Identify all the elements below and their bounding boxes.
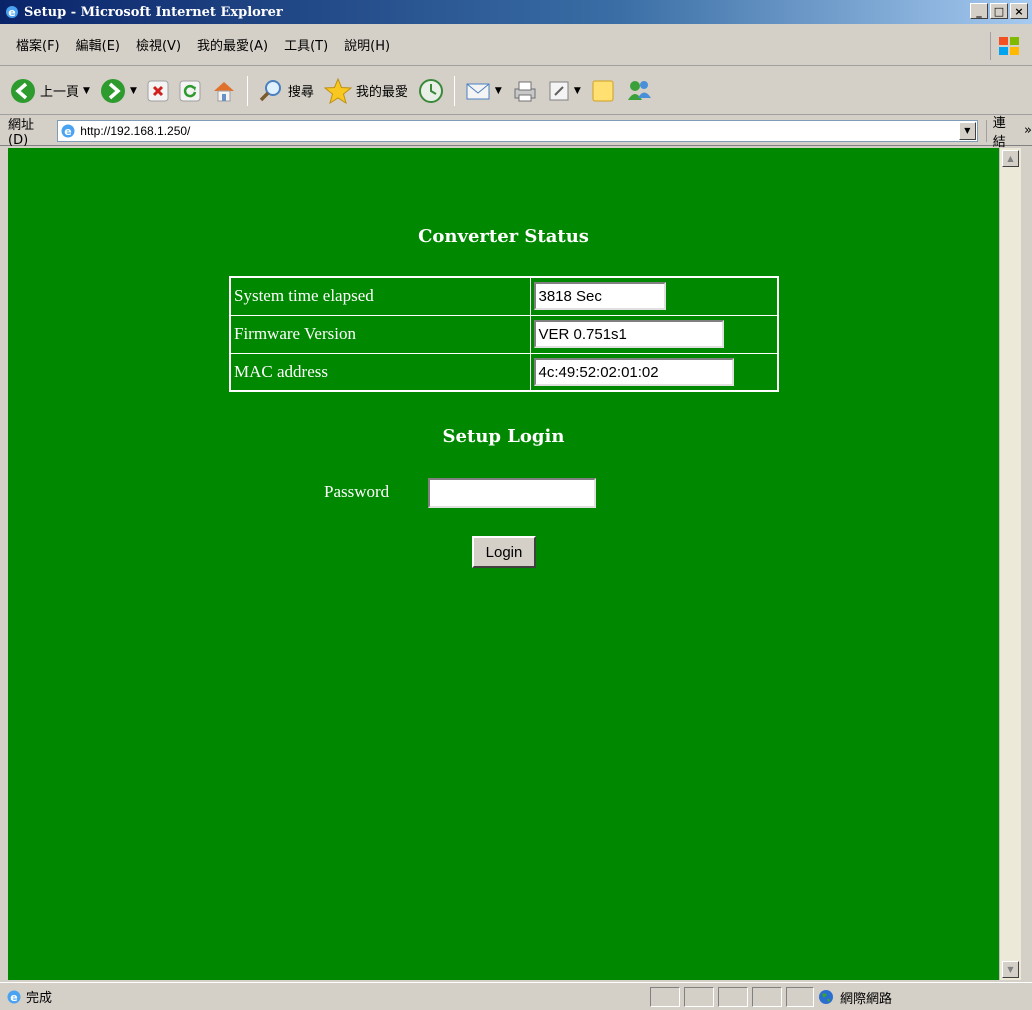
edit-dropdown-icon[interactable]: ▼ bbox=[574, 86, 581, 96]
menu-edit[interactable]: 編輯(E) bbox=[68, 35, 128, 54]
ie-icon: e bbox=[6, 6, 18, 19]
close-button[interactable]: × bbox=[1010, 3, 1028, 19]
status-bar: e 完成 網際網路 bbox=[0, 982, 1032, 1010]
menu-help[interactable]: 說明(H) bbox=[336, 35, 398, 54]
menu-bar: 檔案(F) 編輯(E) 檢視(V) 我的最愛(A) 工具(T) 說明(H) bbox=[0, 24, 1032, 66]
links-toolbar[interactable]: 連結 » bbox=[985, 116, 1032, 150]
back-arrow-icon bbox=[11, 78, 35, 103]
page-icon: e bbox=[61, 124, 75, 138]
address-url: http://192.168.1.250/ bbox=[80, 123, 191, 138]
address-label: 網址(D) bbox=[8, 117, 35, 148]
refresh-button[interactable] bbox=[177, 75, 203, 107]
row-label: System time elapsed bbox=[229, 276, 531, 316]
history-button[interactable] bbox=[416, 75, 446, 107]
login-button[interactable]: Login bbox=[472, 536, 536, 568]
edit-button[interactable]: ▼ bbox=[546, 75, 583, 107]
password-input[interactable] bbox=[428, 478, 596, 508]
window-title-bar[interactable]: e Setup - Microsoft Internet Explorer _ … bbox=[0, 0, 1032, 24]
discuss-button[interactable] bbox=[589, 75, 617, 107]
status-table: System time elapsed 3818 Sec Firmware Ve… bbox=[229, 276, 779, 392]
favorites-button[interactable]: 我的最愛 bbox=[322, 75, 410, 107]
scroll-down-icon[interactable]: ▼ bbox=[1002, 961, 1019, 978]
security-zone: 網際網路 bbox=[818, 987, 892, 1007]
links-label: 連結 bbox=[992, 115, 1006, 150]
toolbar-separator bbox=[246, 75, 248, 106]
status-text: 完成 bbox=[26, 991, 53, 1006]
address-bar: 網址(D) e http://192.168.1.250/ ▼ 連結 » bbox=[0, 116, 1032, 150]
favorites-label: 我的最愛 bbox=[355, 85, 408, 100]
page-content: Converter Status System time elapsed 381… bbox=[8, 148, 999, 980]
stop-button[interactable] bbox=[145, 75, 171, 107]
search-label: 搜尋 bbox=[287, 85, 314, 100]
status-pane bbox=[650, 987, 680, 1007]
setup-login-heading: Setup Login bbox=[442, 426, 565, 447]
printer-icon bbox=[514, 81, 536, 101]
row-label: MAC address bbox=[229, 352, 531, 392]
back-dropdown-icon[interactable]: ▼ bbox=[83, 86, 90, 96]
system-time-field[interactable]: 3818 Sec bbox=[533, 282, 666, 311]
menu-tools[interactable]: 工具(T) bbox=[276, 35, 336, 54]
print-button[interactable] bbox=[510, 75, 540, 107]
home-icon bbox=[213, 81, 234, 101]
search-button[interactable]: 搜尋 bbox=[256, 75, 316, 107]
stop-icon bbox=[147, 80, 169, 101]
vertical-scrollbar[interactable]: ▲ ▼ bbox=[999, 148, 1021, 980]
svg-text:e: e bbox=[65, 125, 72, 138]
messenger-icon bbox=[627, 80, 651, 100]
zone-label: 網際網路 bbox=[840, 991, 893, 1007]
menu-favorites[interactable]: 我的最愛(A) bbox=[189, 35, 276, 54]
svg-text:e: e bbox=[8, 6, 15, 19]
toolbar: 上一頁 ▼ ▼ 搜尋 我的最愛 ▼ ▼ bbox=[0, 67, 1032, 115]
address-input[interactable]: e http://192.168.1.250/ ▼ bbox=[57, 119, 978, 142]
mail-icon bbox=[466, 83, 490, 99]
menu-file[interactable]: 檔案(F) bbox=[8, 35, 68, 54]
history-icon bbox=[418, 78, 443, 103]
mac-address-field[interactable]: 4c:49:52:02:01:02 bbox=[533, 357, 734, 386]
password-label: Password bbox=[324, 482, 390, 501]
maximize-button[interactable]: □ bbox=[990, 3, 1008, 19]
status-pane bbox=[786, 987, 814, 1007]
note-icon bbox=[592, 80, 614, 101]
mail-dropdown-icon[interactable]: ▼ bbox=[495, 86, 502, 96]
toolbar-separator bbox=[453, 75, 455, 106]
windows-logo-icon bbox=[990, 32, 1026, 60]
favorites-star-icon bbox=[323, 77, 352, 104]
back-button[interactable]: 上一頁 ▼ bbox=[8, 75, 92, 107]
converter-status-heading: Converter Status bbox=[418, 226, 589, 247]
table-row: System time elapsed 3818 Sec bbox=[229, 276, 779, 316]
address-dropdown-icon[interactable]: ▼ bbox=[958, 121, 976, 140]
svg-text:e: e bbox=[10, 991, 17, 1004]
back-label: 上一頁 bbox=[40, 85, 80, 100]
minimize-button[interactable]: _ bbox=[970, 3, 988, 19]
edit-page-icon bbox=[549, 81, 569, 100]
row-label: Firmware Version bbox=[229, 314, 531, 354]
mail-button[interactable]: ▼ bbox=[463, 75, 504, 107]
scroll-up-icon[interactable]: ▲ bbox=[1002, 150, 1019, 167]
window-controls: _ □ × bbox=[970, 3, 1028, 19]
table-row: Firmware Version VER 0.751s1 bbox=[229, 314, 779, 354]
forward-button[interactable]: ▼ bbox=[98, 75, 139, 107]
messenger-button[interactable] bbox=[623, 75, 655, 107]
chevron-right-icon[interactable]: » bbox=[1024, 123, 1032, 138]
row-value-cell: 4c:49:52:02:01:02 bbox=[529, 352, 779, 392]
forward-dropdown-icon[interactable]: ▼ bbox=[130, 86, 137, 96]
status-pane bbox=[684, 987, 714, 1007]
forward-arrow-icon bbox=[100, 78, 125, 103]
table-row: MAC address 4c:49:52:02:01:02 bbox=[229, 352, 779, 392]
row-value-cell: VER 0.751s1 bbox=[529, 314, 779, 354]
home-button[interactable] bbox=[209, 75, 239, 107]
window-title: Setup - Microsoft Internet Explorer bbox=[24, 4, 283, 20]
refresh-icon bbox=[179, 80, 201, 101]
globe-icon bbox=[819, 990, 833, 1004]
firmware-version-field[interactable]: VER 0.751s1 bbox=[533, 320, 724, 348]
row-value-cell: 3818 Sec bbox=[529, 276, 779, 316]
status-pane bbox=[718, 987, 748, 1007]
status-pane bbox=[752, 987, 782, 1007]
search-icon bbox=[259, 79, 281, 101]
page-done-icon: e bbox=[7, 990, 21, 1004]
menu-view[interactable]: 檢視(V) bbox=[128, 35, 189, 54]
